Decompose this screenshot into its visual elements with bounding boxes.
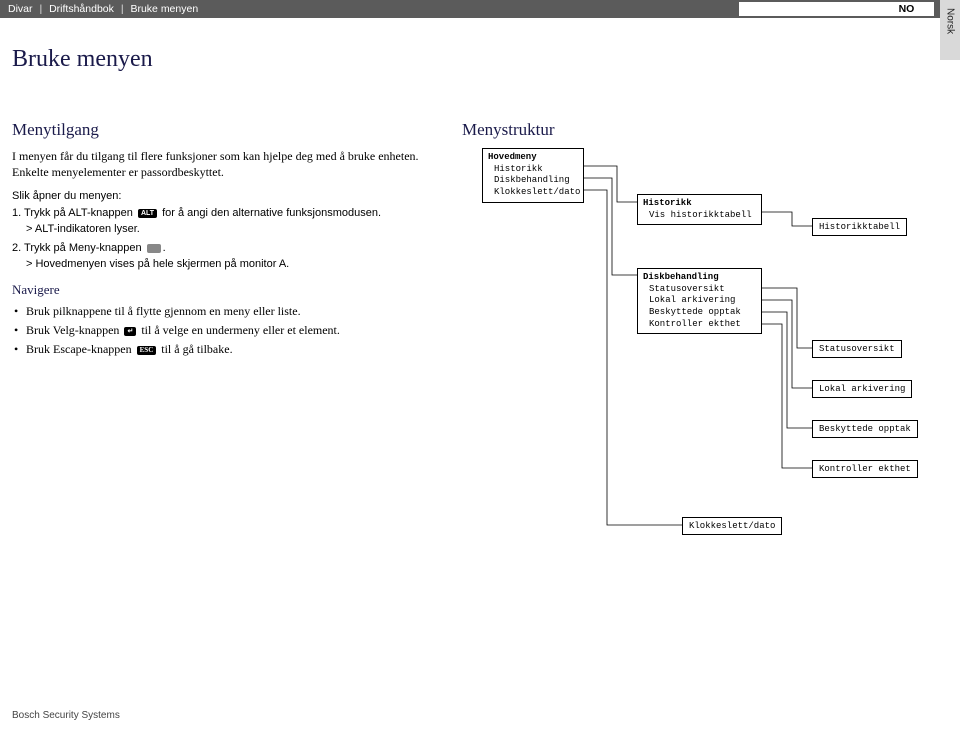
box-historikk-title: Historikk bbox=[643, 198, 756, 210]
box-historikk-item: Vis historikktabell bbox=[643, 210, 756, 222]
crumb-product: Divar bbox=[8, 3, 33, 15]
box-disk-title: Diskbehandling bbox=[643, 272, 756, 284]
menu-key-icon bbox=[147, 244, 161, 253]
left-column: Menytilgang I menyen får du tilgang til … bbox=[12, 120, 432, 360]
leaf-lokal-arkivering: Lokal arkivering bbox=[812, 380, 912, 398]
header-bar: Divar | Driftshåndbok | Bruke menyen NO … bbox=[0, 0, 960, 18]
box-disk-item: Beskyttede opptak bbox=[643, 307, 756, 319]
leaf-statusoversikt: Statusoversikt bbox=[812, 340, 902, 358]
language-tab: Norsk bbox=[940, 0, 960, 60]
step1-result: > ALT-indikatoren lyser. bbox=[12, 222, 432, 237]
box-hovedmeny-item: Diskbehandling bbox=[488, 175, 578, 187]
heading-menystruktur: Menystruktur bbox=[462, 120, 930, 140]
enter-key-icon: ↵ bbox=[124, 327, 136, 336]
box-hovedmeny-item: Historikk bbox=[488, 164, 578, 176]
intro-text: I menyen får du tilgang til flere funksj… bbox=[12, 148, 432, 180]
page-title: Bruke menyen bbox=[12, 46, 153, 73]
language-tab-label: Norsk bbox=[945, 8, 956, 34]
heading-navigere: Navigere bbox=[12, 282, 432, 298]
nav-bullet-1: Bruk pilknappene til å flytte gjennom en… bbox=[12, 302, 432, 321]
box-hovedmeny-item: Klokkeslett/dato bbox=[488, 187, 578, 199]
leaf-beskyttede-opptak: Beskyttede opptak bbox=[812, 420, 918, 438]
box-hovedmeny: Hovedmeny Historikk Diskbehandling Klokk… bbox=[482, 148, 584, 203]
box-disk-item: Kontroller ekthet bbox=[643, 319, 756, 331]
open-menu-heading: Slik åpner du menyen: bbox=[12, 190, 432, 202]
breadcrumb: Divar | Driftshåndbok | Bruke menyen bbox=[8, 3, 198, 15]
step2-text-b: . bbox=[163, 242, 166, 254]
lang-code: NO bbox=[739, 2, 935, 16]
box-disk-item: Statusoversikt bbox=[643, 284, 756, 296]
right-column: Menystruktur Hovedmeny Historikk Diskbeh… bbox=[462, 120, 930, 360]
crumb-sep: | bbox=[39, 3, 42, 15]
box-diskbehandling: Diskbehandling Statusoversikt Lokal arki… bbox=[637, 268, 762, 334]
nav3-a: Bruk Escape-knappen bbox=[26, 342, 132, 356]
nav3-b: til å gå tilbake. bbox=[161, 342, 232, 356]
box-hovedmeny-title: Hovedmeny bbox=[488, 152, 578, 164]
footer-text: Bosch Security Systems bbox=[12, 710, 120, 721]
leaf-historikktabell: Historikktabell bbox=[812, 218, 907, 236]
leaf-klokkeslett-dato: Klokkeslett/dato bbox=[682, 517, 782, 535]
box-disk-item: Lokal arkivering bbox=[643, 295, 756, 307]
step-1: 1. Trykk på ALT-knappen ALT for å angi d… bbox=[12, 206, 432, 237]
nav-bullet-3: Bruk Escape-knappen ESC til å gå tilbake… bbox=[12, 340, 432, 359]
heading-menytilgang: Menytilgang bbox=[12, 120, 432, 140]
step2-result: > Hovedmenyen vises på hele skjermen på … bbox=[12, 257, 432, 272]
crumb-section: Driftshåndbok bbox=[49, 3, 114, 15]
step2-text-a: 2. Trykk på Meny-knappen bbox=[12, 242, 142, 254]
box-historikk: Historikk Vis historikktabell bbox=[637, 194, 762, 225]
leaf-kontroller-ekthet: Kontroller ekthet bbox=[812, 460, 918, 478]
crumb-page: Bruke menyen bbox=[130, 3, 198, 15]
crumb-sep: | bbox=[121, 3, 124, 15]
step1-text-a: 1. Trykk på ALT-knappen bbox=[12, 207, 133, 219]
nav2-a: Bruk Velg-knappen bbox=[26, 323, 119, 337]
step1-text-b: for å angi den alternative funksjonsmodu… bbox=[162, 207, 381, 219]
alt-key-icon: ALT bbox=[138, 209, 157, 218]
nav-bullet-2: Bruk Velg-knappen ↵ til å velge en under… bbox=[12, 321, 432, 340]
step-2: 2. Trykk på Meny-knappen . > Hovedmenyen… bbox=[12, 241, 432, 272]
esc-key-icon: ESC bbox=[137, 346, 157, 355]
nav2-b: til å velge en undermeny eller et elemen… bbox=[141, 323, 340, 337]
